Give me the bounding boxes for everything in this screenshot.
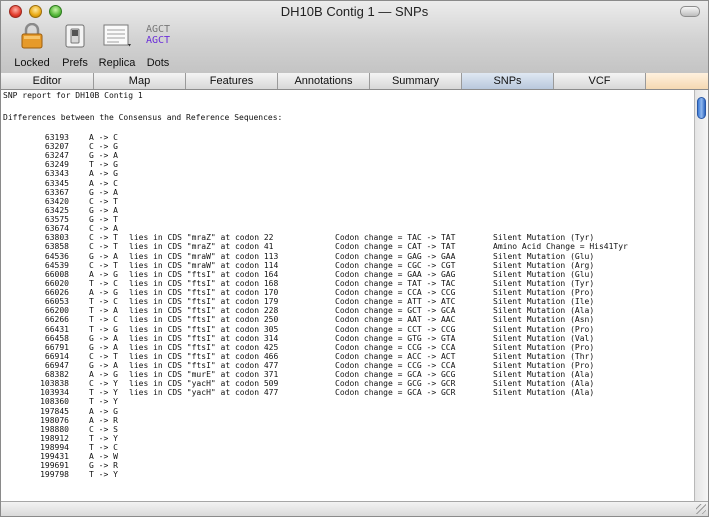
- replica-label: Replica: [98, 57, 136, 69]
- replica-document-icon: [103, 24, 131, 47]
- preferences-switch-icon: [65, 24, 85, 48]
- tab-editor[interactable]: Editor: [1, 73, 94, 89]
- locked-label: Locked: [14, 57, 50, 69]
- tab-annotations[interactable]: Annotations: [278, 73, 370, 89]
- prefs-button[interactable]: Prefs: [58, 23, 92, 69]
- app-window: DH10B Contig 1 — SNPs Locked Prefs Repli…: [0, 0, 709, 517]
- tab-features[interactable]: Features: [186, 73, 278, 89]
- dots-icon-bottom-text: AGCT: [145, 35, 171, 46]
- status-bar: [1, 501, 708, 516]
- vertical-scrollbar[interactable]: [694, 90, 708, 502]
- window-title: DH10B Contig 1 — SNPs: [280, 4, 429, 19]
- lock-icon: [21, 23, 43, 49]
- prefs-label: Prefs: [62, 57, 88, 69]
- tab-map[interactable]: Map: [94, 73, 186, 89]
- tab-vcf[interactable]: VCF: [554, 73, 646, 89]
- title-bar: DH10B Contig 1 — SNPs Locked Prefs Repli…: [1, 1, 708, 74]
- dots-button[interactable]: AGCT AGCT Dots: [141, 23, 175, 69]
- toolbar-toggle-button[interactable]: [680, 6, 700, 17]
- replica-button[interactable]: Replica: [97, 23, 137, 69]
- dots-icon: AGCT AGCT: [141, 23, 175, 46]
- locked-button[interactable]: Locked: [11, 23, 53, 69]
- tab-snps[interactable]: SNPs: [462, 73, 554, 89]
- tab-bar-filler: [646, 73, 708, 89]
- tab-summary[interactable]: Summary: [370, 73, 462, 89]
- report-title: SNP report for DH10B Contig 1: [3, 91, 143, 100]
- dots-icon-top-text: AGCT: [145, 24, 171, 35]
- snp-pos: 199798: [40, 470, 69, 480]
- snp-report-text[interactable]: SNP report for DH10B Contig 1 Difference…: [1, 90, 694, 502]
- report-subtitle: Differences between the Consensus and Re…: [3, 113, 283, 122]
- scroll-thumb[interactable]: [697, 97, 706, 119]
- dots-label: Dots: [146, 57, 170, 69]
- resize-grip-icon[interactable]: [696, 504, 706, 514]
- tab-bar: Editor Map Features Annotations Summary …: [1, 73, 708, 90]
- snp-change: T -> Y: [89, 470, 118, 480]
- snp-row: 199798 T -> Y: [1, 469, 691, 480]
